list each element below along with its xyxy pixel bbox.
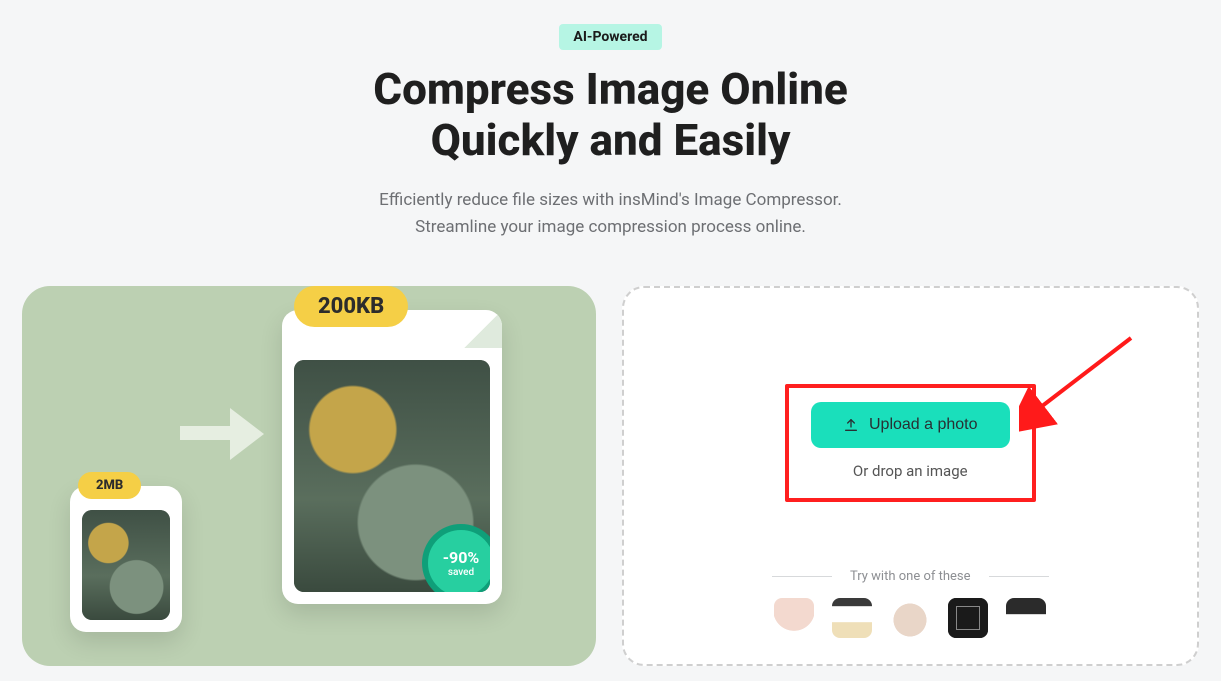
after-card: 200KB -90% saved xyxy=(282,310,502,604)
saved-badge: -90% saved xyxy=(422,524,490,592)
upload-icon xyxy=(843,417,859,433)
subtitle-line-2: Streamline your image compression proces… xyxy=(415,217,806,237)
sample-image-2[interactable] xyxy=(832,598,872,638)
saved-label: saved xyxy=(448,567,474,578)
compression-illustration: 2MB 200KB -90% saved xyxy=(22,286,596,666)
subtitle-line-1: Efficiently reduce file sizes with insMi… xyxy=(379,190,842,210)
drop-image-label: Or drop an image xyxy=(811,462,1010,480)
after-size-badge: 200KB xyxy=(294,286,408,327)
before-card: 2MB xyxy=(70,486,182,632)
saved-percent: -90% xyxy=(443,548,480,567)
sample-thumbnails xyxy=(774,598,1046,638)
after-thumbnail: -90% saved xyxy=(294,360,490,592)
upload-dropzone[interactable]: Upload a photo Or drop an image Try with… xyxy=(622,286,1200,666)
before-thumbnail xyxy=(82,510,170,620)
upload-photo-button[interactable]: Upload a photo xyxy=(811,402,1010,448)
page-title: Compress Image Online Quickly and Easily xyxy=(0,64,1221,165)
try-samples-label: Try with one of these xyxy=(772,569,1049,584)
sample-image-4[interactable] xyxy=(948,598,988,638)
arrow-right-icon xyxy=(180,404,270,464)
title-line-2: Quickly and Easily xyxy=(431,114,791,166)
annotation-arrow-icon xyxy=(1019,332,1139,432)
ai-powered-badge: AI-Powered xyxy=(559,24,661,50)
title-line-1: Compress Image Online xyxy=(373,63,847,115)
upload-button-label: Upload a photo xyxy=(869,416,978,434)
upload-highlight: Upload a photo Or drop an image xyxy=(785,384,1036,502)
sample-image-1[interactable] xyxy=(774,598,814,638)
sample-image-3[interactable] xyxy=(890,598,930,638)
page-subtitle: Efficiently reduce file sizes with insMi… xyxy=(0,187,1221,241)
sample-image-5[interactable] xyxy=(1006,598,1046,638)
before-size-badge: 2MB xyxy=(78,472,141,499)
